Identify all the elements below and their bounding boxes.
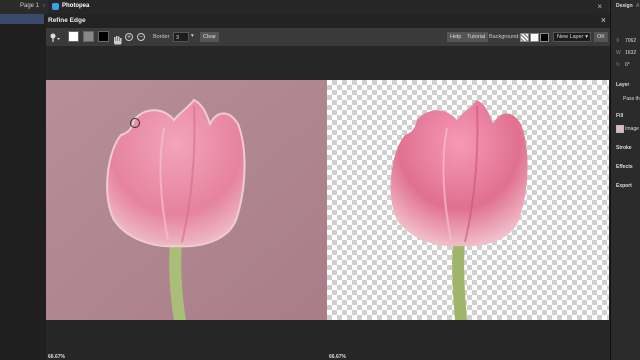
output-select-value: New Layer — [557, 34, 584, 40]
tab-extra[interactable]: A — [636, 3, 639, 9]
tab-design[interactable]: Design — [616, 3, 633, 9]
clear-button[interactable]: Clear — [200, 32, 220, 42]
refine-edge-toolbar: + − Border 3 ▾ Clear Help Tutorial Backg… — [46, 28, 610, 46]
canvas-area[interactable]: 66.67% 66.67% — [46, 46, 610, 360]
w-label: W — [616, 50, 621, 56]
zoom-in-button[interactable]: + — [125, 33, 133, 41]
page-tab[interactable]: Page 1 › — [20, 3, 45, 9]
hand-icon — [114, 36, 122, 45]
chevron-right-icon: › — [43, 3, 46, 9]
ok-button[interactable]: OK — [594, 32, 608, 42]
tulip-image-right — [390, 100, 528, 320]
close-app-icon[interactable]: × — [597, 2, 602, 11]
swatch-gray[interactable] — [83, 31, 94, 42]
stroke-heading[interactable]: Stroke — [616, 145, 632, 151]
right-zoom-level: 66.67% — [329, 354, 346, 360]
w-value[interactable]: 1632 — [625, 50, 636, 56]
tulip-image-left — [46, 80, 327, 320]
background-label: Background: — [489, 34, 520, 40]
left-sidebar-selected-item[interactable] — [0, 14, 44, 24]
refine-edge-dialog: Refine Edge × + − Border 3 ▾ Clear Help … — [46, 14, 610, 360]
swatch-black[interactable] — [98, 31, 109, 42]
chevron-down-icon: ▾ — [585, 34, 588, 40]
app-title: Photopea — [62, 3, 90, 9]
brush-icon — [50, 33, 60, 42]
background-black-option[interactable] — [540, 33, 549, 42]
x-label: X — [616, 38, 620, 44]
left-sidebar — [0, 14, 46, 360]
layer-heading: Layer — [616, 82, 630, 88]
refined-preview-view[interactable] — [327, 80, 609, 320]
top-bar: Page 1 › Photopea × — [0, 0, 640, 14]
export-heading[interactable]: Export — [616, 183, 632, 189]
layer-blend-mode[interactable]: Pass th — [623, 96, 640, 102]
page-tab-label: Page 1 — [20, 3, 40, 9]
border-input[interactable]: 3 — [173, 32, 189, 42]
close-dialog-icon[interactable]: × — [601, 15, 606, 25]
original-image-view[interactable] — [46, 80, 327, 320]
zoom-out-button[interactable]: − — [137, 33, 145, 41]
help-button[interactable]: Help — [447, 32, 465, 42]
rotation-value[interactable]: 0° — [625, 62, 630, 68]
output-select[interactable]: New Layer ▾ — [553, 32, 591, 42]
dialog-title: Refine Edge — [48, 17, 86, 24]
fill-value[interactable]: Image — [625, 126, 639, 132]
left-zoom-level: 66.67% — [48, 354, 65, 360]
photopea-logo-icon — [52, 3, 59, 10]
x-value[interactable]: 7062 — [625, 38, 636, 44]
effects-heading[interactable]: Effects — [616, 164, 633, 170]
fill-heading: Fill — [616, 113, 624, 119]
tutorial-button[interactable]: Tutorial — [464, 32, 489, 42]
background-transparent-option[interactable] — [520, 33, 529, 42]
rotation-icon: ↻ — [616, 62, 621, 68]
swatch-white[interactable] — [68, 31, 79, 42]
border-label: Border — [153, 34, 170, 40]
border-dropdown-icon[interactable]: ▾ — [191, 33, 194, 39]
background-white-option[interactable] — [530, 33, 539, 42]
properties-panel: Design A X 7062 W 1632 ↻ 0° Layer Pass t… — [610, 0, 640, 360]
app-tab[interactable]: Photopea × — [48, 0, 608, 14]
fill-swatch[interactable] — [616, 125, 624, 133]
